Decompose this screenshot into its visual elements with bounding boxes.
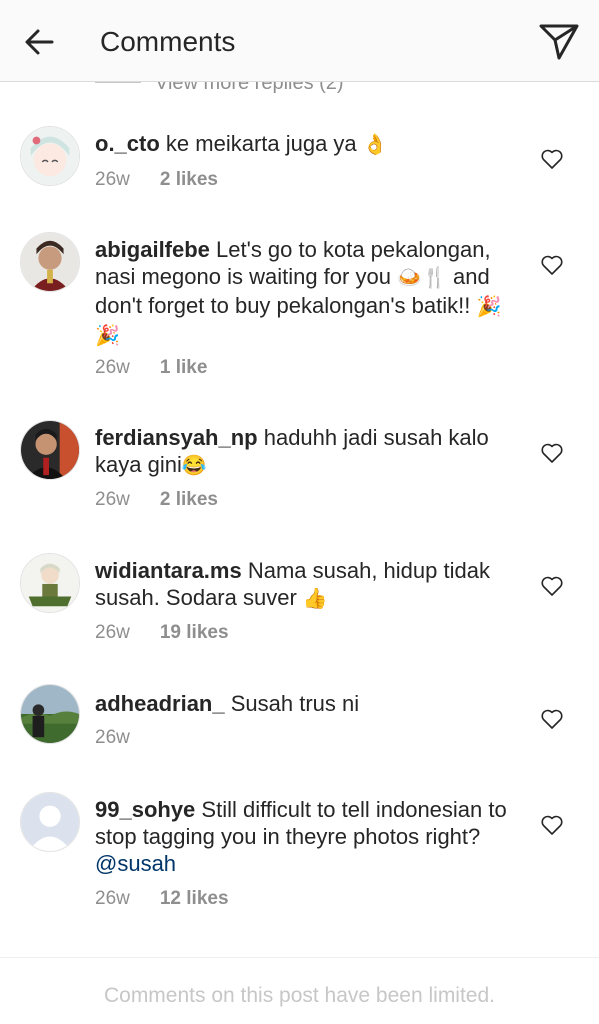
comment-time: 26w bbox=[95, 169, 130, 190]
heart-icon[interactable] bbox=[540, 708, 564, 730]
ok-hand-emoji: 👌 bbox=[362, 134, 388, 156]
mention-link[interactable]: @susah bbox=[95, 851, 176, 876]
heart-icon[interactable] bbox=[540, 254, 564, 276]
comment-time: 26w bbox=[95, 622, 130, 643]
comment-text: 99_sohye Still difficult to tell indones… bbox=[95, 796, 520, 877]
avatar[interactable] bbox=[20, 232, 80, 292]
comment-meta: 26w 2 likes bbox=[95, 488, 218, 512]
food-emoji: 🍛🍴 bbox=[397, 267, 447, 289]
comment-meta: 26w bbox=[95, 726, 130, 750]
tears-of-joy-emoji: 😂 bbox=[181, 455, 207, 477]
comment-meta: 26w 1 like bbox=[95, 356, 207, 380]
comment-text: widiantara.ms Nama susah, hidup tidak su… bbox=[95, 557, 520, 613]
comments-limited-notice: Comments on this post have been limited. bbox=[103, 984, 496, 1007]
comment-username[interactable]: widiantara.ms bbox=[95, 558, 242, 583]
comment-time: 26w bbox=[95, 489, 130, 510]
comment-username[interactable]: o._cto bbox=[95, 131, 160, 156]
reply-thread-line bbox=[95, 82, 141, 83]
avatar[interactable] bbox=[20, 553, 80, 613]
page-title: Comments bbox=[100, 26, 236, 57]
comment-username[interactable]: abigailfebe bbox=[95, 237, 210, 262]
comment-text: abigailfebe Let's go to kota pekalongan,… bbox=[95, 236, 520, 350]
comment-meta: 26w 12 likes bbox=[95, 887, 229, 911]
comment-likes[interactable]: 2 likes bbox=[160, 489, 218, 510]
heart-icon[interactable] bbox=[540, 148, 564, 170]
comments-limited-footer: Comments on this post have been limited. bbox=[0, 957, 599, 1024]
heart-icon[interactable] bbox=[540, 575, 564, 597]
comment-text: adheadrian_ Susah trus ni bbox=[95, 690, 520, 717]
comment-username[interactable]: 99_sohye bbox=[95, 797, 195, 822]
comment-body: Susah trus ni bbox=[224, 691, 360, 716]
comment-body: ke meikarta juga ya bbox=[159, 131, 363, 156]
avatar[interactable] bbox=[20, 126, 80, 186]
comment-time: 26w bbox=[95, 727, 130, 748]
comment-likes[interactable]: 1 like bbox=[160, 357, 208, 378]
comment-likes[interactable]: 19 likes bbox=[160, 622, 229, 643]
comment-time: 26w bbox=[95, 357, 130, 378]
heart-icon[interactable] bbox=[540, 442, 564, 464]
comment-username[interactable]: ferdiansyah_np bbox=[95, 425, 258, 450]
comment-time: 26w bbox=[95, 888, 130, 909]
comment-username[interactable]: adheadrian_ bbox=[95, 691, 225, 716]
comment-likes[interactable]: 2 likes bbox=[160, 169, 218, 190]
comment-text: ferdiansyah_np haduhh jadi susah kalo ka… bbox=[95, 424, 520, 480]
heart-icon[interactable] bbox=[540, 814, 564, 836]
header-bar: Comments bbox=[0, 0, 599, 82]
avatar[interactable] bbox=[20, 420, 80, 480]
default-avatar[interactable] bbox=[20, 792, 80, 852]
back-arrow-icon[interactable] bbox=[22, 24, 58, 60]
comment-likes[interactable]: 12 likes bbox=[160, 888, 229, 909]
paper-plane-icon[interactable] bbox=[538, 22, 580, 62]
thumbs-up-emoji: 👍 bbox=[302, 588, 328, 610]
comment-meta: 26w 2 likes bbox=[95, 168, 218, 192]
comment-text: o._cto ke meikarta juga ya 👌 bbox=[95, 130, 520, 159]
avatar[interactable] bbox=[20, 684, 80, 744]
comment-meta: 26w 19 likes bbox=[95, 621, 229, 645]
